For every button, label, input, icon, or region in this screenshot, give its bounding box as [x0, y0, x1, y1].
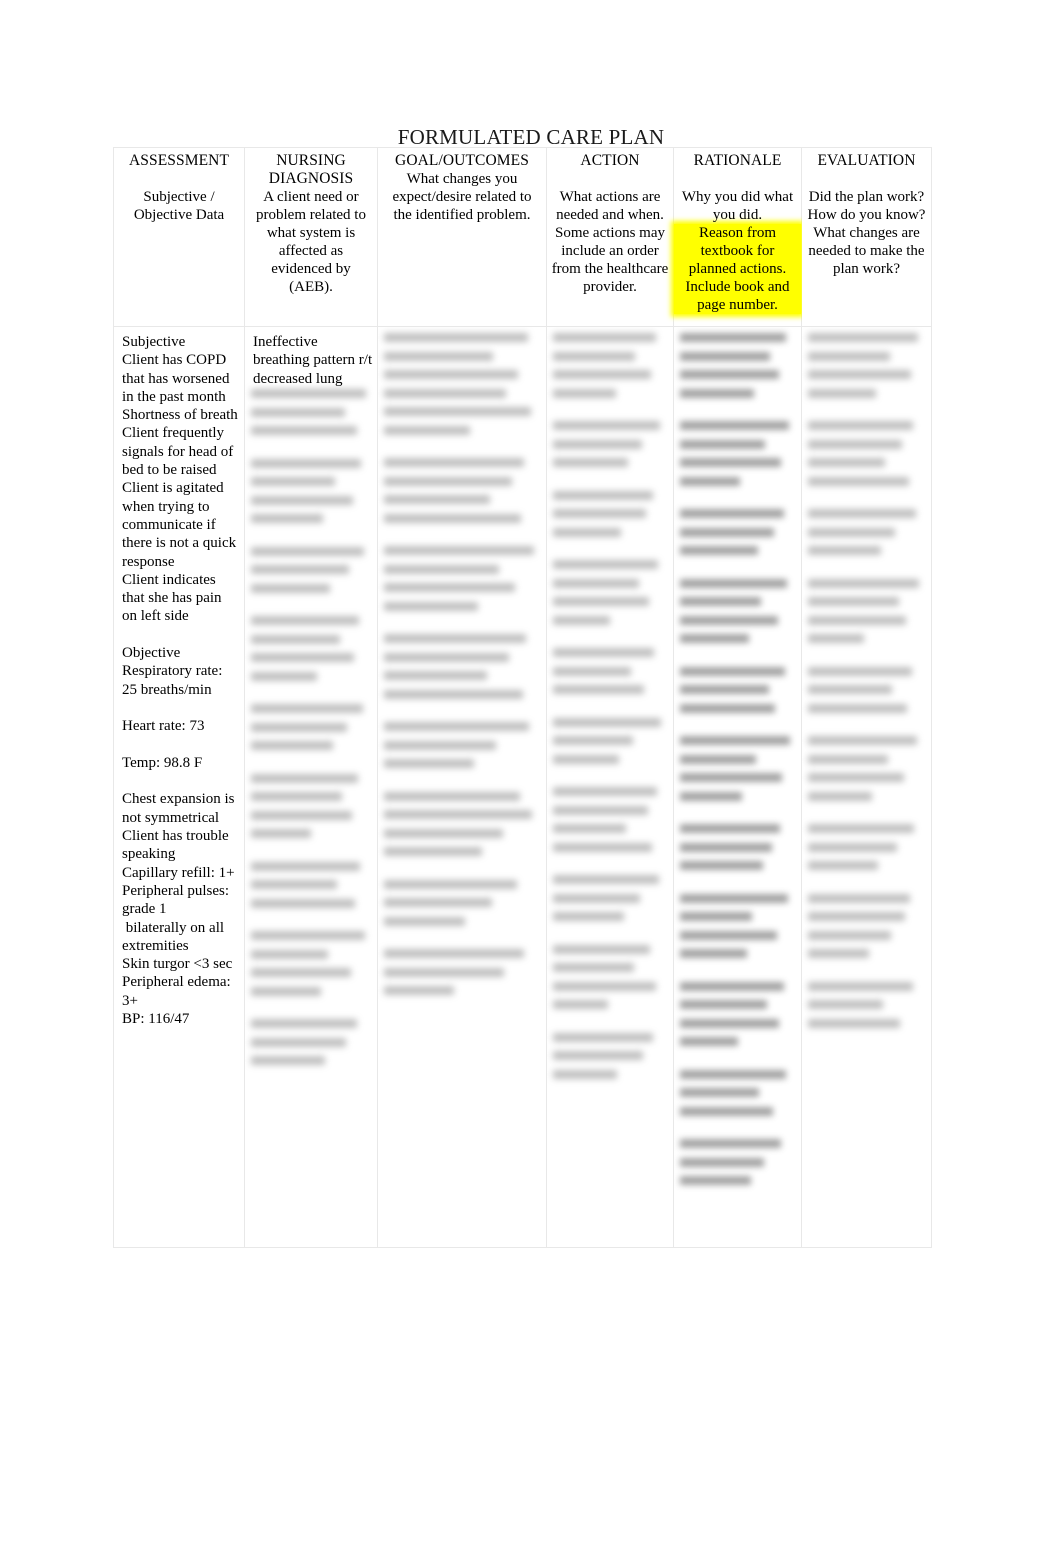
column-header-action: ACTION	[580, 152, 640, 169]
header-cell-nursing-diagnosis: NURSING DIAGNOSIS A client need or probl…	[244, 147, 378, 327]
body-cell-action	[546, 326, 674, 1248]
nursing-diagnosis-content: Ineffective breathing pattern r/t decrea…	[253, 334, 373, 387]
body-cell-nursing-diagnosis: Ineffective breathing pattern r/t decrea…	[244, 326, 378, 1248]
column-description-evaluation: Did the plan work? How do you know? What…	[807, 189, 926, 277]
redacted-text-goal-outcomes	[379, 328, 546, 1005]
body-cell-rationale	[673, 326, 802, 1248]
column-header-nursing-diagnosis: NURSING DIAGNOSIS	[268, 152, 354, 187]
column-description-assessment: Subjective / Objective Data	[133, 189, 225, 223]
care-plan-table: ASSESSMENT Subjective / Objective Data N…	[113, 147, 932, 1248]
goal-outcomes-content	[379, 328, 546, 334]
column-description-goal-outcomes: What changes you expect/desire related t…	[392, 171, 532, 223]
column-description-action: What actions are needed and when. Some a…	[551, 189, 669, 295]
header-cell-rationale: RATIONALE Why you did what you did. Reas…	[673, 147, 802, 327]
redacted-text-evaluation	[803, 328, 931, 1038]
evaluation-content	[803, 328, 931, 334]
column-header-evaluation: EVALUATION	[817, 152, 916, 169]
redacted-text-rationale	[675, 328, 801, 1195]
header-cell-goal-outcomes: GOAL/OUTCOMES What changes you expect/de…	[377, 147, 547, 327]
table-header-row: ASSESSMENT Subjective / Objective Data N…	[113, 147, 932, 327]
header-cell-assessment: ASSESSMENT Subjective / Objective Data	[113, 147, 245, 327]
body-cell-evaluation	[801, 326, 932, 1248]
column-header-assessment: ASSESSMENT	[128, 152, 230, 169]
header-cell-action: ACTION What actions are needed and when.…	[546, 147, 674, 327]
column-description-nursing-diagnosis: A client need or problem related to what…	[256, 189, 366, 295]
body-cell-assessment: Subjective Client has COPD that has wors…	[113, 326, 245, 1248]
column-header-goal-outcomes: GOAL/OUTCOMES	[395, 152, 529, 169]
body-cell-goal-outcomes	[377, 326, 547, 1248]
header-cell-evaluation: EVALUATION Did the plan work? How do you…	[801, 147, 932, 327]
rationale-content	[675, 328, 801, 334]
column-description-rationale-highlighted: Reason from textbook for planned actions…	[674, 224, 801, 314]
action-content	[548, 328, 673, 334]
document-page: FORMULATED CARE PLAN ASSESSMENT Subjecti…	[0, 0, 1062, 1561]
assessment-content: Subjective Client has COPD that has wors…	[122, 334, 238, 1027]
column-description-rationale-plain: Why you did what you did.	[681, 189, 794, 223]
table-row: Subjective Client has COPD that has wors…	[113, 326, 932, 1248]
redacted-text-action	[548, 328, 673, 1089]
redacted-text-nursing-diagnosis	[246, 328, 377, 1075]
column-header-rationale: RATIONALE	[693, 152, 782, 169]
